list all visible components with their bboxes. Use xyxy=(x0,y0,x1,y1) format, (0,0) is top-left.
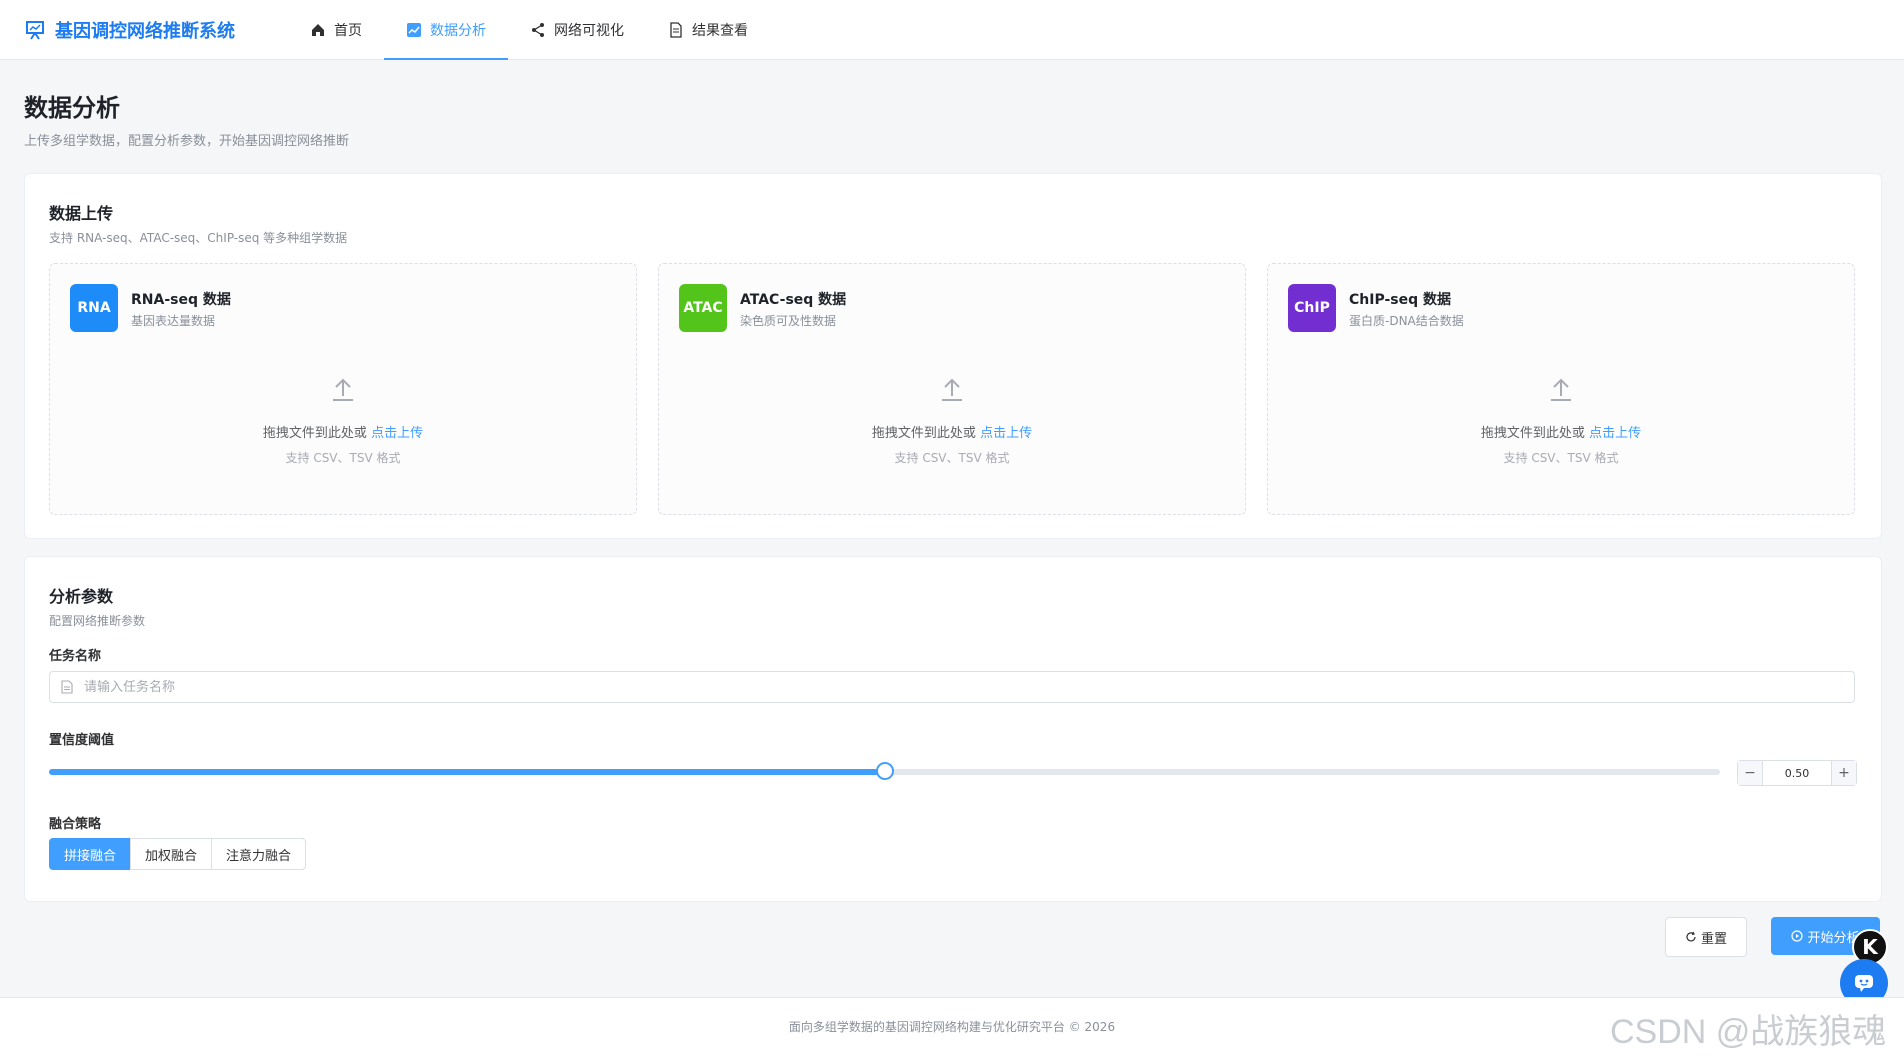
nav-item-label: 结果查看 xyxy=(692,22,748,39)
upload-hint-text: 拖拽文件到此处或 xyxy=(262,426,367,441)
chart-icon xyxy=(407,22,421,37)
increment-button[interactable]: + xyxy=(1831,761,1856,785)
home-icon xyxy=(312,23,324,36)
upload-hint: 拖拽文件到此处或 点击上传 xyxy=(1268,422,1854,441)
upload-dropzone-rna[interactable]: RNA RNA-seq 数据 基因表达量数据 拖拽文件到此处或 点击上传 支持 … xyxy=(49,263,637,515)
upload-box-sub: 染色质可及性数据 xyxy=(740,314,837,328)
upload-format: 支持 CSV、TSV 格式 xyxy=(285,451,401,465)
confidence-slider-fill xyxy=(49,769,885,775)
fusion-strategy-label: 融合策略 xyxy=(49,817,102,832)
main-nav: 首页 数据分析 网络可视化 结果查看 xyxy=(288,0,770,60)
task-name-field[interactable] xyxy=(49,671,1855,703)
upload-box-title: ATAC-seq 数据 xyxy=(740,292,847,308)
nav-item-analysis[interactable]: 数据分析 xyxy=(384,0,508,60)
params-desc: 配置网络推断参数 xyxy=(49,614,146,628)
upload-title: 数据上传 xyxy=(49,204,114,223)
upload-box-title: RNA-seq 数据 xyxy=(131,292,231,308)
nav-item-results[interactable]: 结果查看 xyxy=(646,0,770,59)
click-upload-link[interactable]: 点击上传 xyxy=(980,426,1032,441)
fusion-option-weighted[interactable]: 加权融合 xyxy=(130,838,213,870)
upload-hint: 拖拽文件到此处或 点击上传 xyxy=(659,422,1245,441)
upload-box-sub: 基因表达量数据 xyxy=(131,314,216,328)
nav-item-network[interactable]: 网络可视化 xyxy=(508,0,646,59)
nav-item-label: 首页 xyxy=(334,22,362,39)
upload-hint: 拖拽文件到此处或 点击上传 xyxy=(50,422,636,441)
top-nav-bar: 基因调控网络推断系统 首页 数据分析 网络可视化 结果查看 xyxy=(0,0,1904,60)
confidence-value[interactable]: 0.50 xyxy=(1763,761,1831,785)
app-title: 基因调控网络推断系统 xyxy=(55,21,235,42)
page-subtitle: 上传多组学数据，配置分析参数，开始基因调控网络推断 xyxy=(24,134,350,149)
fusion-option-attention[interactable]: 注意力融合 xyxy=(211,838,307,870)
presentation-icon xyxy=(26,21,44,40)
fusion-option-concat[interactable]: 拼接融合 xyxy=(49,838,132,870)
watermark: CSDN @战族狼魂 xyxy=(1610,1013,1887,1051)
share-icon xyxy=(532,22,544,37)
upload-box-sub: 蛋白质-DNA结合数据 xyxy=(1349,314,1464,328)
reset-button[interactable]: 重置 xyxy=(1665,917,1747,957)
upload-dropzone-chip[interactable]: ChIP ChIP-seq 数据 蛋白质-DNA结合数据 拖拽文件到此处或 点击… xyxy=(1267,263,1855,515)
upload-card: 数据上传 支持 RNA-seq、ATAC-seq、ChIP-seq 等多种组学数… xyxy=(24,173,1882,539)
atac-badge: ATAC xyxy=(679,284,727,332)
params-card: 分析参数 配置网络推断参数 任务名称 置信度阈值 − 0.50 + 融合策略 拼… xyxy=(24,556,1882,902)
play-circle-icon xyxy=(1791,930,1804,942)
fusion-strategy-group: 拼接融合 加权融合 注意力融合 xyxy=(49,838,307,870)
confidence-stepper: − 0.50 + xyxy=(1737,760,1857,786)
chip-badge: ChIP xyxy=(1288,284,1336,332)
upload-dropzone-atac[interactable]: ATAC ATAC-seq 数据 染色质可及性数据 拖拽文件到此处或 点击上传 … xyxy=(658,263,1246,515)
task-name-label: 任务名称 xyxy=(49,649,102,664)
document-icon xyxy=(670,21,682,38)
page-title: 数据分析 xyxy=(24,94,120,122)
brand[interactable]: 基因调控网络推断系统 xyxy=(25,17,235,43)
nav-item-home[interactable]: 首页 xyxy=(288,0,384,59)
upload-hint-text: 拖拽文件到此处或 xyxy=(1480,426,1585,441)
params-title: 分析参数 xyxy=(49,587,114,606)
upload-hint-text: 拖拽文件到此处或 xyxy=(871,426,976,441)
upload-desc: 支持 RNA-seq、ATAC-seq、ChIP-seq 等多种组学数据 xyxy=(49,231,348,245)
chat-icon xyxy=(1855,975,1873,992)
nav-item-label: 数据分析 xyxy=(430,22,486,39)
click-upload-link[interactable]: 点击上传 xyxy=(1589,426,1641,441)
refresh-icon xyxy=(1686,931,1696,942)
rna-badge: RNA xyxy=(70,284,118,332)
upload-icon xyxy=(942,378,962,401)
upload-icon xyxy=(333,378,353,401)
upload-box-title: ChIP-seq 数据 xyxy=(1349,292,1451,308)
document-icon xyxy=(61,680,73,694)
decrement-button[interactable]: − xyxy=(1738,761,1763,785)
click-upload-link[interactable]: 点击上传 xyxy=(371,426,423,441)
upload-format: 支持 CSV、TSV 格式 xyxy=(894,451,1010,465)
reset-label: 重置 xyxy=(1700,931,1727,947)
upload-format: 支持 CSV、TSV 格式 xyxy=(1503,451,1619,465)
confidence-slider-thumb[interactable] xyxy=(875,762,894,780)
nav-item-label: 网络可视化 xyxy=(554,22,624,39)
task-name-input[interactable] xyxy=(82,678,1786,696)
upload-icon xyxy=(1551,378,1571,401)
confidence-label: 置信度阈值 xyxy=(49,733,115,748)
